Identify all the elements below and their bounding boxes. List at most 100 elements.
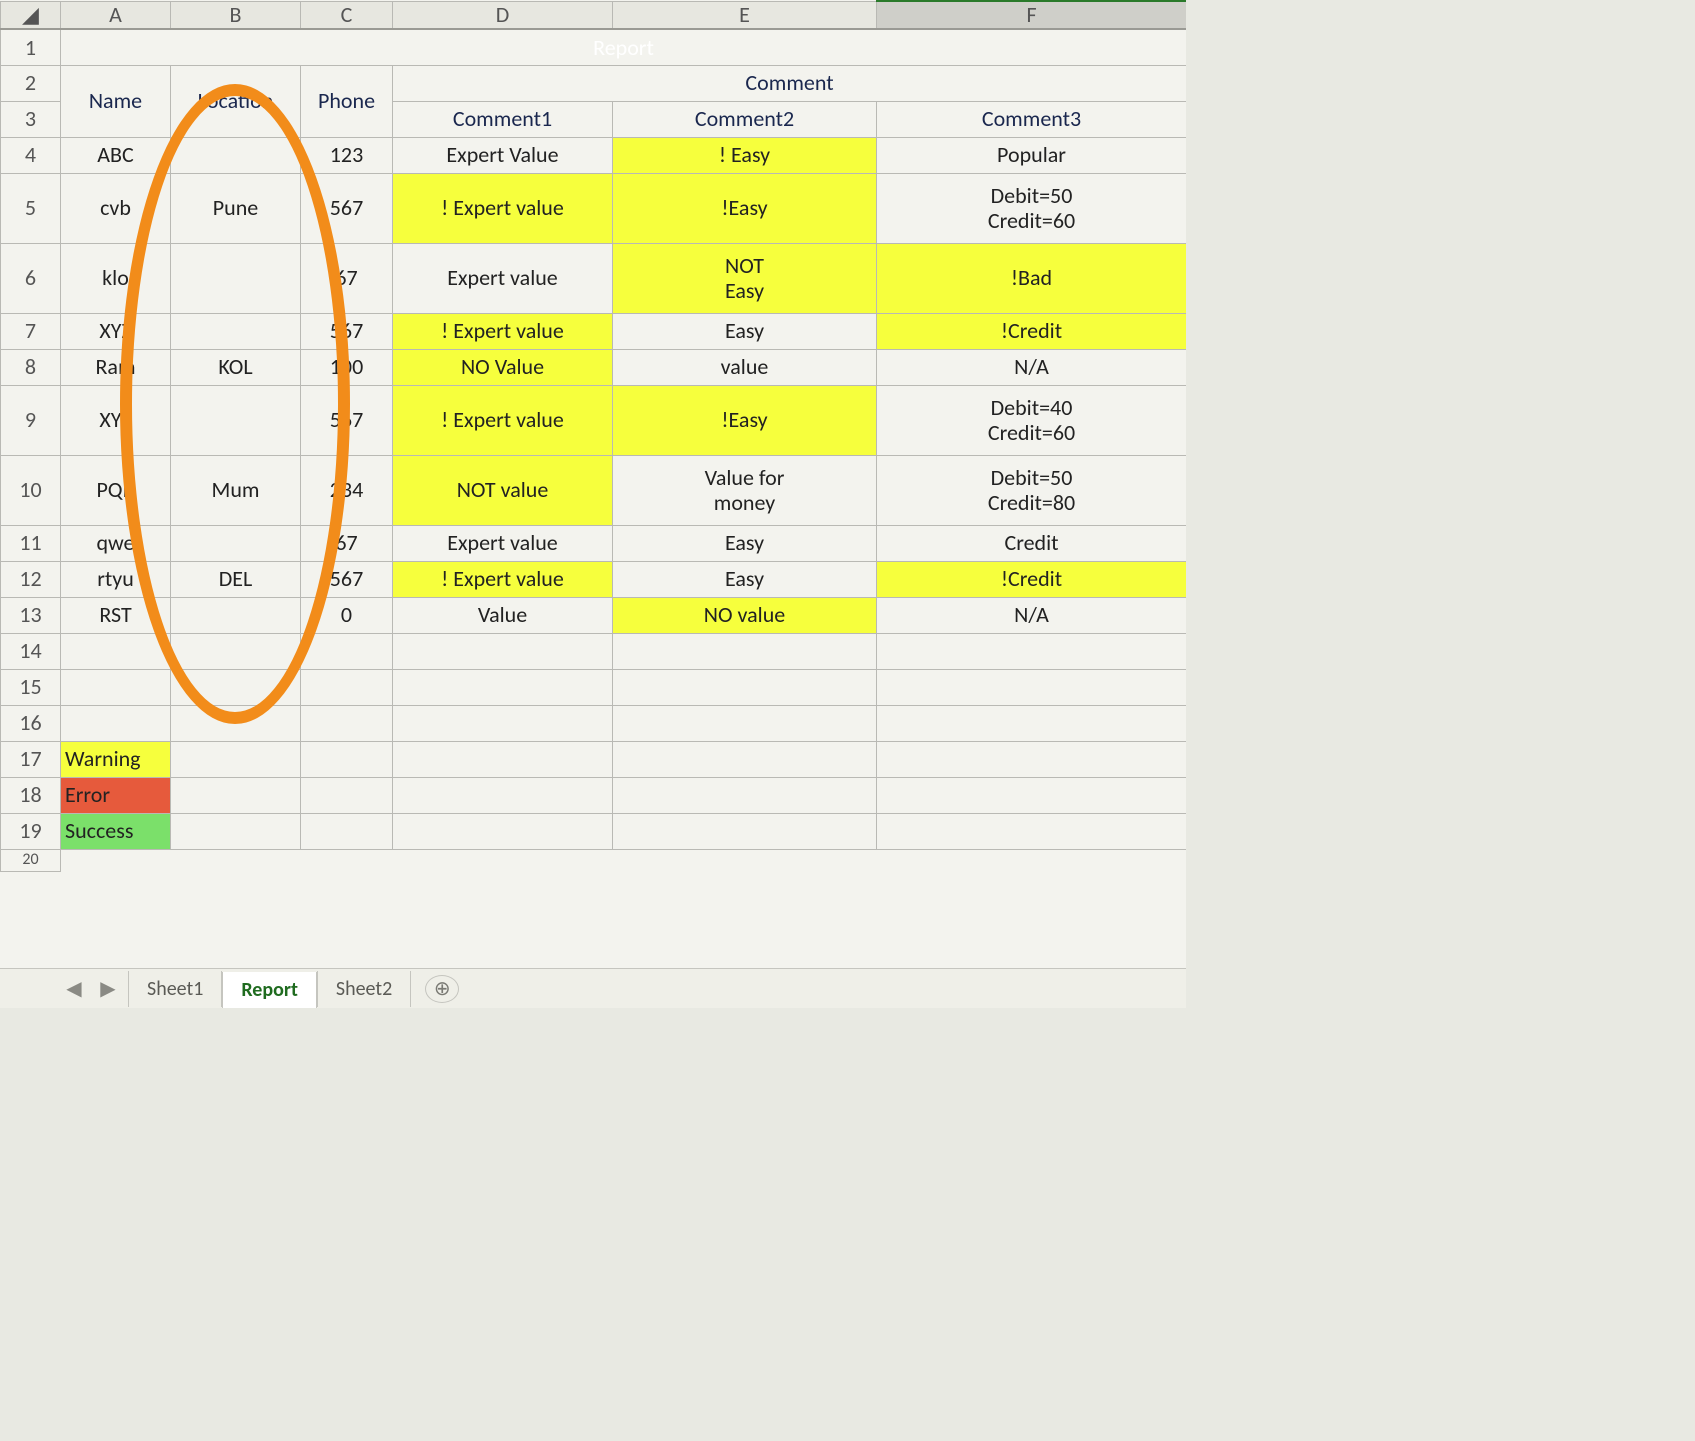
cell[interactable]: [877, 813, 1187, 849]
legend-row[interactable]: 17Warning: [1, 741, 1187, 777]
cell-comment3[interactable]: Popular: [877, 137, 1187, 173]
cell[interactable]: [613, 633, 877, 669]
col-header-B[interactable]: B: [171, 1, 301, 29]
cell[interactable]: [613, 741, 877, 777]
row-header[interactable]: 7: [1, 313, 61, 349]
cell[interactable]: [171, 741, 301, 777]
cell-location[interactable]: KOL: [171, 349, 301, 385]
cell[interactable]: [171, 705, 301, 741]
cell[interactable]: [61, 669, 171, 705]
header-comment3[interactable]: Comment3: [877, 101, 1187, 137]
header-comment[interactable]: Comment: [393, 65, 1187, 101]
tab-nav-next[interactable]: ▶: [94, 975, 122, 1003]
table-row[interactable]: 9XYZ567! Expert value!EasyDebit=40 Credi…: [1, 385, 1187, 455]
legend-cell[interactable]: Error: [61, 777, 171, 813]
cell-comment2[interactable]: Easy: [613, 525, 877, 561]
cell-location[interactable]: [171, 243, 301, 313]
cell-comment1[interactable]: NOT value: [393, 455, 613, 525]
cell-comment1[interactable]: ! Expert value: [393, 561, 613, 597]
cell-location[interactable]: [171, 525, 301, 561]
header-location[interactable]: Location: [171, 65, 301, 137]
row-header[interactable]: 10: [1, 455, 61, 525]
cell-name[interactable]: klo: [61, 243, 171, 313]
cell-name[interactable]: rtyu: [61, 561, 171, 597]
cell-phone[interactable]: 567: [301, 385, 393, 455]
cell-phone[interactable]: 567: [301, 173, 393, 243]
row-header[interactable]: 2: [1, 65, 61, 101]
legend-row[interactable]: 19Success: [1, 813, 1187, 849]
cell[interactable]: [171, 669, 301, 705]
cell-phone[interactable]: 567: [301, 561, 393, 597]
cell-phone[interactable]: 567: [301, 313, 393, 349]
row-header[interactable]: 17: [1, 741, 61, 777]
row-header[interactable]: 18: [1, 777, 61, 813]
cell[interactable]: [613, 777, 877, 813]
cell[interactable]: [877, 705, 1187, 741]
cell-comment3[interactable]: !Credit: [877, 561, 1187, 597]
table-row[interactable]: 11qwe67Expert valueEasyCredit: [1, 525, 1187, 561]
cell-location[interactable]: DEL: [171, 561, 301, 597]
cell-name[interactable]: Ram: [61, 349, 171, 385]
cell-name[interactable]: ABC: [61, 137, 171, 173]
row-header[interactable]: 12: [1, 561, 61, 597]
cell-phone[interactable]: 0: [301, 597, 393, 633]
cell-comment1[interactable]: NO Value: [393, 349, 613, 385]
cell-phone[interactable]: 67: [301, 243, 393, 313]
cell-phone[interactable]: 67: [301, 525, 393, 561]
cell-comment2[interactable]: value: [613, 349, 877, 385]
cell-name[interactable]: cvb: [61, 173, 171, 243]
cell-comment3[interactable]: !Credit: [877, 313, 1187, 349]
row-header[interactable]: 20: [1, 849, 61, 871]
cell[interactable]: [61, 633, 171, 669]
col-header-D[interactable]: D: [393, 1, 613, 29]
spreadsheet-grid[interactable]: ◢ A B C D E F 1 Report 2 Name Location P…: [0, 0, 1186, 872]
cell-comment2[interactable]: ! Easy: [613, 137, 877, 173]
cell-comment2[interactable]: NOT Easy: [613, 243, 877, 313]
cell-comment1[interactable]: Expert value: [393, 243, 613, 313]
table-row[interactable]: 16: [1, 705, 1187, 741]
table-row[interactable]: 15: [1, 669, 1187, 705]
cell-phone[interactable]: 123: [301, 137, 393, 173]
row-header[interactable]: 19: [1, 813, 61, 849]
col-header-C[interactable]: C: [301, 1, 393, 29]
cell[interactable]: [301, 741, 393, 777]
cell[interactable]: [877, 669, 1187, 705]
row-header[interactable]: 5: [1, 173, 61, 243]
col-header-A[interactable]: A: [61, 1, 171, 29]
cell-name[interactable]: PQR: [61, 455, 171, 525]
cell[interactable]: [301, 705, 393, 741]
legend-cell[interactable]: Warning: [61, 741, 171, 777]
legend-row[interactable]: 18Error: [1, 777, 1187, 813]
row-20[interactable]: 20: [1, 849, 1187, 871]
cell-comment3[interactable]: Credit: [877, 525, 1187, 561]
cell-phone[interactable]: 100: [301, 349, 393, 385]
cell[interactable]: [301, 777, 393, 813]
cell-comment2[interactable]: !Easy: [613, 385, 877, 455]
sheet-tab[interactable]: Sheet2: [317, 971, 411, 1007]
report-title-cell[interactable]: Report: [61, 29, 1187, 65]
table-row[interactable]: 7XYZ567! Expert valueEasy!Credit: [1, 313, 1187, 349]
cell-location[interactable]: [171, 313, 301, 349]
row-header[interactable]: 16: [1, 705, 61, 741]
cell-location[interactable]: [171, 597, 301, 633]
cell[interactable]: [613, 813, 877, 849]
cell[interactable]: [61, 849, 1187, 871]
cell-name[interactable]: qwe: [61, 525, 171, 561]
cell[interactable]: [393, 669, 613, 705]
cell[interactable]: [393, 777, 613, 813]
cell[interactable]: [877, 741, 1187, 777]
row-2[interactable]: 2 Name Location Phone Comment: [1, 65, 1187, 101]
row-header[interactable]: 15: [1, 669, 61, 705]
row-header[interactable]: 3: [1, 101, 61, 137]
row-header[interactable]: 4: [1, 137, 61, 173]
cell[interactable]: [171, 633, 301, 669]
cell-comment3[interactable]: Debit=50 Credit=80: [877, 455, 1187, 525]
cell[interactable]: [393, 813, 613, 849]
cell-comment2[interactable]: !Easy: [613, 173, 877, 243]
cell-comment2[interactable]: Easy: [613, 561, 877, 597]
cell-comment1[interactable]: ! Expert value: [393, 385, 613, 455]
cell[interactable]: [393, 705, 613, 741]
cell-comment2[interactable]: Easy: [613, 313, 877, 349]
table-row[interactable]: 5cvbPune567! Expert value!EasyDebit=50 C…: [1, 173, 1187, 243]
cell-comment1[interactable]: ! Expert value: [393, 313, 613, 349]
